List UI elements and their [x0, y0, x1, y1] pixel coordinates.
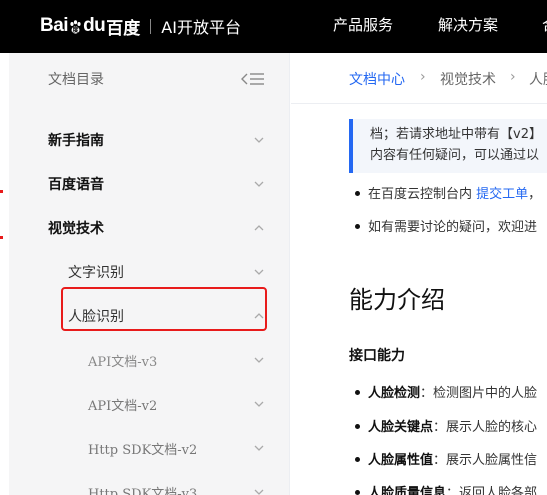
submit-ticket-link[interactable]: 提交工单 [476, 187, 528, 202]
feature-item: 人脸检测：检测图片中的人脸 [368, 382, 537, 401]
sidebar-item-label: Http SDK文档-v2 [88, 442, 198, 458]
breadcrumb-vision[interactable]: 视觉技术 [440, 69, 496, 89]
sidebar-title: 文档目录 [48, 72, 104, 88]
bullet-discussion: 如有需要讨论的疑问，欢迎进 [368, 220, 538, 235]
chevron-down-icon [254, 181, 264, 187]
chevron-down-icon [254, 489, 264, 495]
nav-solutions[interactable]: 解决方案 [438, 14, 498, 35]
sidebar-item-vision[interactable]: 视觉技术 [9, 206, 289, 250]
chevron-down-icon [254, 445, 264, 451]
sidebar-item-label: 百度语音 [48, 177, 104, 193]
breadcrumb-doc-center[interactable]: 文档中心 [349, 69, 405, 89]
breadcrumb-separator: › [510, 69, 516, 85]
bullet-ticket: 在百度云控制台内 提交工单， [368, 183, 541, 202]
nav-products[interactable]: 产品服务 [333, 14, 393, 35]
edge-marker [0, 236, 3, 239]
sidebar-item-label: API文档-v3 [88, 354, 158, 370]
bullet-dot [355, 390, 360, 395]
feature-name: 人脸质量信息 [368, 486, 447, 495]
sidebar-item-api-v2[interactable]: API文档-v2 [9, 382, 289, 426]
collapse-sidebar-icon[interactable] [241, 72, 265, 86]
feature-item: 人脸质量信息：返回人脸各部 [368, 482, 537, 495]
logo-chinese: 百度 [106, 18, 141, 39]
logo-latin-2: du [83, 15, 106, 36]
baidu-paw-icon: 度 [70, 20, 81, 34]
sidebar-item-http-sdk-v3[interactable]: Http SDK文档-v3 [9, 470, 289, 495]
bullet-dot [355, 224, 360, 229]
breadcrumb-separator: › [420, 69, 426, 85]
section-heading: 能力介绍 [349, 286, 445, 314]
feature-desc: ：检测图片中的人脸 [420, 386, 538, 401]
doc-content: 档；若请求地址中带有【v2】 内容有任何疑问，可以通过以 在百度云控制台内 提交… [291, 105, 547, 495]
sidebar-item-speech[interactable]: 百度语音 [9, 162, 289, 206]
note-line: 内容有任何疑问，可以通过以 [370, 148, 540, 163]
bullet-dot [355, 191, 360, 196]
feature-name: 人脸检测 [368, 386, 421, 401]
note-line: 档；若请求地址中带有【v2】 [370, 127, 542, 142]
bullet-dot [355, 457, 360, 462]
bullet-text: 在百度云控制台内 [368, 187, 477, 202]
top-navigation-bar: Bai 度 du 百度 AI开放平台 产品服务 解决方案 合 [0, 0, 547, 53]
logo-latin: Bai [40, 15, 69, 36]
chevron-up-icon [254, 225, 264, 231]
sidebar-item-label: Http SDK文档-v3 [88, 486, 198, 495]
breadcrumb-face[interactable]: 人脸 [529, 69, 547, 89]
info-note: 档；若请求地址中带有【v2】 内容有任何疑问，可以通过以 [349, 119, 547, 173]
feature-name: 人脸关键点 [368, 420, 434, 435]
feature-item: 人脸关键点：展示人脸的核心 [368, 416, 537, 435]
feature-desc: ：展示人脸属性信 [433, 453, 538, 468]
feature-item: 人脸属性值：展示人脸属性信 [368, 449, 537, 468]
feature-desc: ：返回人脸各部 [446, 486, 538, 495]
sub-heading: 接口能力 [349, 348, 405, 364]
chevron-down-icon [254, 401, 264, 407]
sidebar-item-label: API文档-v2 [88, 398, 158, 414]
svg-text:度: 度 [73, 26, 80, 34]
sidebar-item-api-v3[interactable]: API文档-v3 [9, 338, 289, 382]
selection-highlight-box [61, 287, 267, 331]
baidu-ai-logo[interactable]: Bai 度 du 百度 AI开放平台 [40, 15, 241, 39]
feature-desc: ：展示人脸的核心 [433, 420, 538, 435]
feature-name: 人脸属性值 [368, 453, 434, 468]
bullet-dot [355, 424, 360, 429]
breadcrumb: 文档中心 › 视觉技术 › 人脸 [291, 53, 547, 104]
edge-marker [0, 190, 3, 193]
chevron-down-icon [254, 137, 264, 143]
sidebar-item-label: 新手指南 [48, 133, 104, 149]
logo-divider [150, 18, 152, 34]
nav-partners[interactable]: 合 [542, 14, 547, 35]
bullet-dot [355, 490, 360, 495]
sidebar-item-getting-started[interactable]: 新手指南 [9, 118, 289, 162]
chevron-down-icon [254, 357, 264, 363]
doc-sidebar: 文档目录 新手指南 百度语音 视觉技术 文字识别 人脸识别 API文档-v3 A… [9, 53, 290, 495]
sidebar-item-http-sdk-v2[interactable]: Http SDK文档-v2 [9, 426, 289, 470]
bullet-text: ， [528, 187, 542, 202]
chevron-down-icon [254, 269, 264, 275]
sidebar-item-label: 视觉技术 [48, 221, 104, 237]
sidebar-item-label: 文字识别 [68, 265, 124, 281]
platform-name: AI开放平台 [161, 18, 241, 37]
